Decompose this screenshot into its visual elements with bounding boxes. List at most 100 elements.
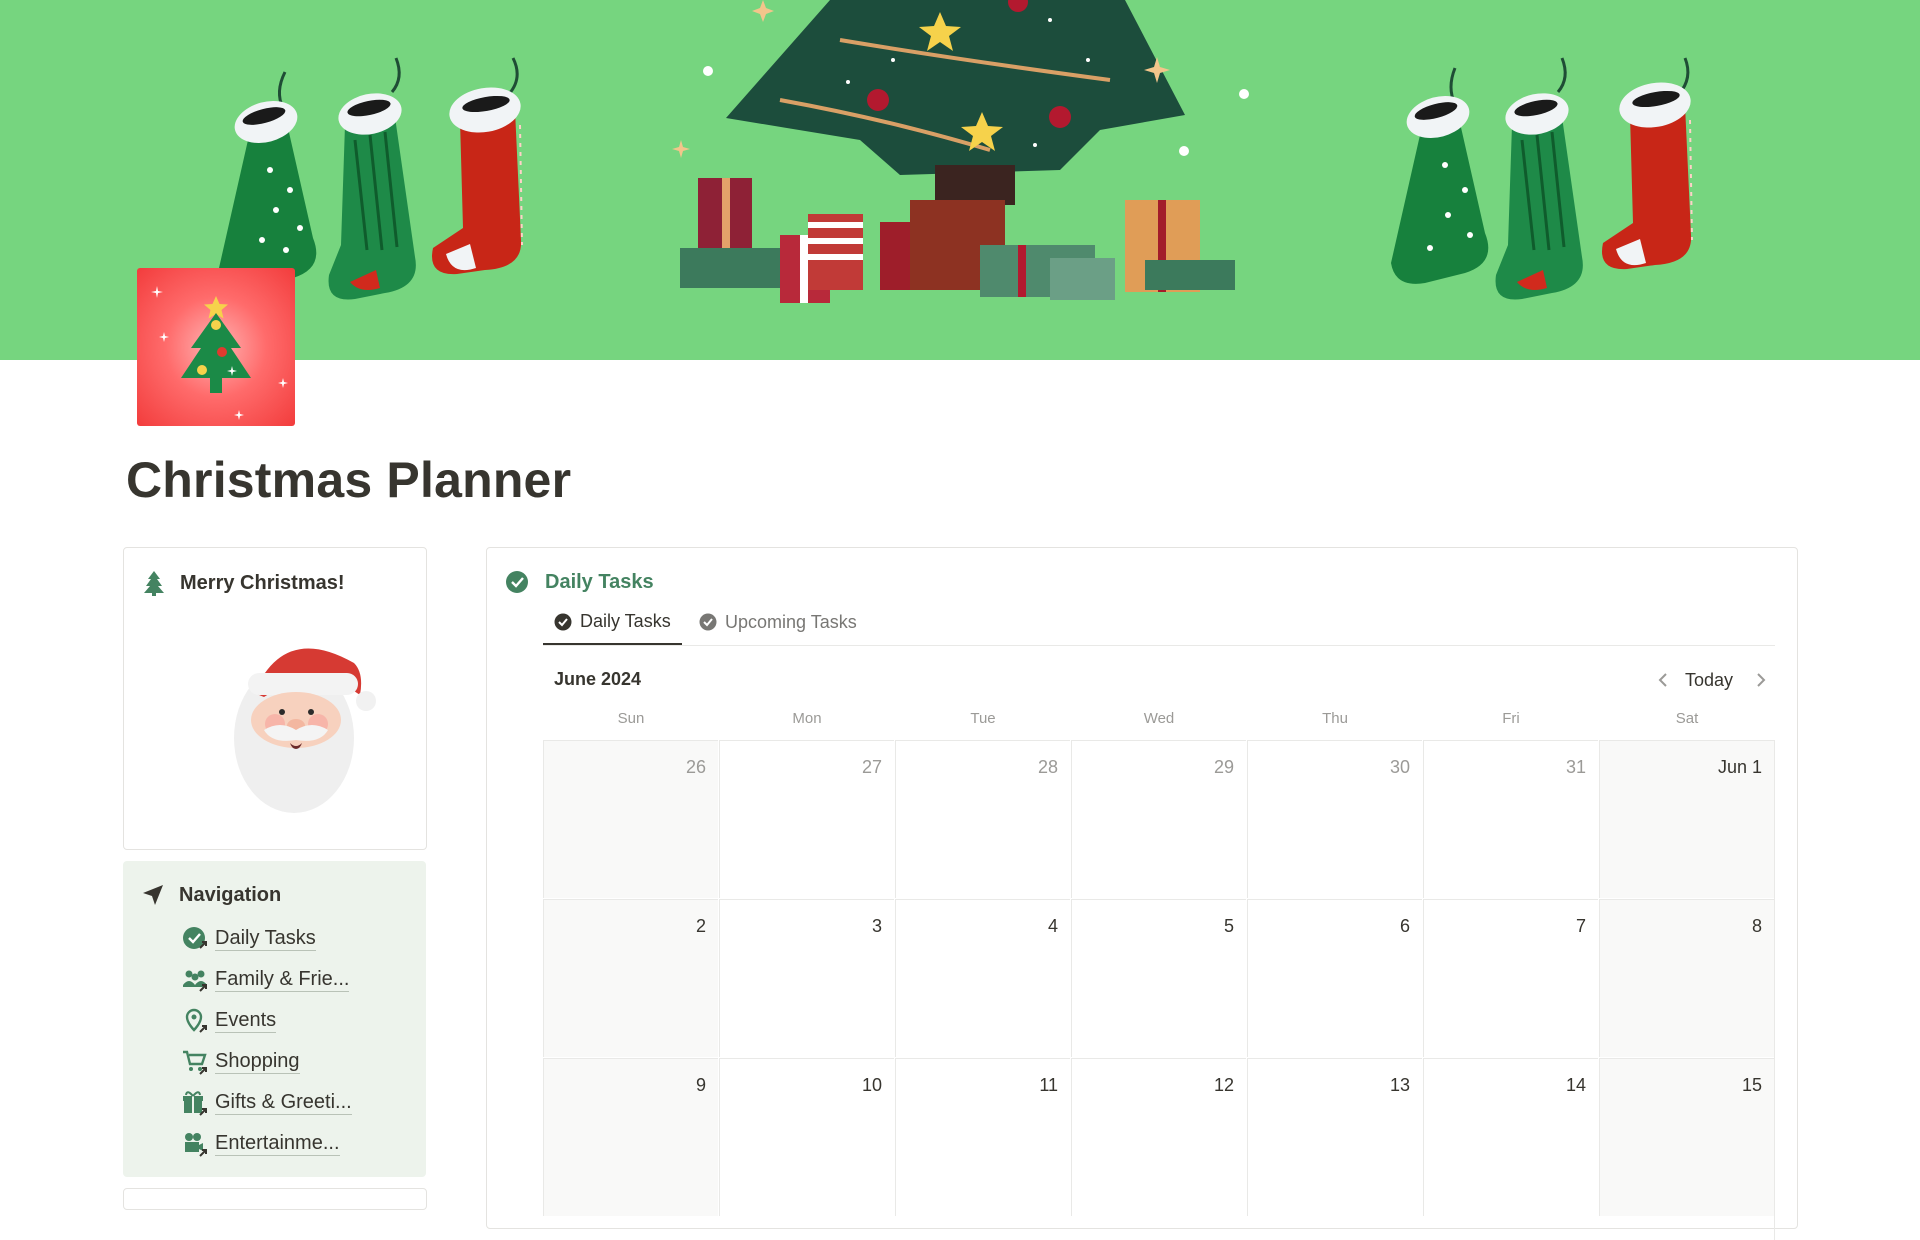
nav-item-label: Family & Frie... — [215, 968, 350, 992]
weekday-header: Sat — [1675, 710, 1699, 727]
stocking-right-1 — [1391, 67, 1489, 284]
map-pin-link-icon — [181, 1007, 209, 1035]
day-number: 11 — [1039, 1075, 1058, 1095]
nav-item-events[interactable]: Events — [181, 1000, 352, 1041]
stocking-left-2 — [328, 57, 416, 300]
calendar-day-cell[interactable]: 8 — [1599, 899, 1774, 1057]
weekday-header: Wed — [1143, 710, 1175, 727]
stocking-right-2 — [1495, 57, 1583, 300]
weekday-header: Fri — [1502, 710, 1520, 727]
day-number: 5 — [1223, 916, 1234, 936]
merry-christmas-title: Merry Christmas! — [180, 571, 345, 594]
calendar-day-cell[interactable]: 15 — [1599, 1058, 1774, 1216]
daily-tasks-title[interactable]: Daily Tasks — [545, 571, 654, 594]
calendar-day-cell[interactable]: 26 — [543, 740, 718, 898]
view-tabs: Daily Tasks Upcoming Tasks — [543, 600, 1775, 646]
next-month-button[interactable] — [1753, 667, 1767, 693]
check-circle-link-icon — [181, 925, 209, 953]
nav-item-label: Daily Tasks — [215, 927, 316, 951]
calendar-day-cell[interactable]: 5 — [1071, 899, 1246, 1057]
calendar-day-cell[interactable]: 29 — [1071, 740, 1246, 898]
santa-illustration — [234, 648, 376, 813]
page-title: Christmas Planner — [126, 452, 572, 508]
day-number: 31 — [1565, 757, 1586, 777]
day-number: 3 — [871, 916, 882, 936]
weekday-header: Mon — [792, 710, 822, 727]
day-number: 9 — [695, 1075, 706, 1095]
weekday-header: Thu — [1322, 710, 1348, 727]
navigation-card: Navigation Daily Tasks Family & Frie... … — [123, 861, 426, 1177]
weekday-header: Sun — [617, 710, 645, 727]
location-arrow-icon — [143, 885, 163, 905]
next-card — [123, 1188, 427, 1210]
people-link-icon — [181, 966, 209, 994]
calendar-grid-border — [1774, 740, 1775, 1240]
day-number: 7 — [1575, 916, 1586, 936]
nav-item-family-friends[interactable]: Family & Frie... — [181, 959, 352, 1000]
check-circle-icon — [554, 613, 572, 630]
today-button[interactable]: Today — [1685, 667, 1733, 693]
day-number: 8 — [1751, 916, 1762, 936]
nav-item-label: Gifts & Greeti... — [215, 1091, 352, 1115]
calendar-day-cell[interactable]: 7 — [1423, 899, 1598, 1057]
day-number: 14 — [1565, 1075, 1586, 1095]
calendar-day-cell[interactable]: 12 — [1071, 1058, 1246, 1216]
calendar-day-cell[interactable]: 4 — [895, 899, 1070, 1057]
calendar-day-cell[interactable]: 10 — [719, 1058, 894, 1216]
tab-label: Upcoming Tasks — [725, 611, 857, 632]
stocking-left-3 — [432, 57, 523, 275]
calendar-day-cell[interactable]: 27 — [719, 740, 894, 898]
christmas-tree-icon — [151, 286, 288, 420]
nav-item-label: Shopping — [215, 1050, 300, 1074]
day-number: 4 — [1047, 916, 1058, 936]
calendar-day-cell[interactable]: Jun 1 — [1599, 740, 1774, 898]
weekday-header: Tue — [970, 710, 996, 727]
day-number: 10 — [861, 1075, 882, 1095]
calendar-day-cell[interactable]: 31 — [1423, 740, 1598, 898]
merry-christmas-card: Merry Christmas! — [123, 547, 427, 850]
cart-link-icon — [181, 1048, 209, 1076]
page-icon[interactable] — [137, 268, 295, 426]
day-number: 13 — [1389, 1075, 1410, 1095]
calendar-day-cell[interactable]: 30 — [1247, 740, 1422, 898]
calendar-day-cell[interactable]: 28 — [895, 740, 1070, 898]
day-number: 2 — [695, 916, 706, 936]
daily-tasks-card: Daily Tasks Daily Tasks Upcoming Tasks J… — [486, 547, 1798, 1240]
day-number: 15 — [1741, 1075, 1762, 1095]
nav-item-daily-tasks[interactable]: Daily Tasks — [181, 918, 352, 959]
day-number: 27 — [861, 757, 882, 777]
day-number: 30 — [1389, 757, 1410, 777]
film-camera-link-icon — [181, 1130, 209, 1158]
calendar-month-label: June 2024 — [554, 669, 642, 689]
calendar-day-cell[interactable]: 6 — [1247, 899, 1422, 1057]
day-number: 6 — [1399, 916, 1410, 936]
day-number: 28 — [1037, 757, 1058, 777]
stocking-left-1 — [219, 71, 317, 289]
check-circle-icon — [506, 571, 528, 593]
day-number: 12 — [1213, 1075, 1234, 1095]
day-number: Jun 1 — [1717, 757, 1762, 777]
calendar-day-cell[interactable]: 13 — [1247, 1058, 1422, 1216]
calendar-day-cell[interactable]: 14 — [1423, 1058, 1598, 1216]
day-number: 26 — [685, 757, 706, 777]
stocking-right-3 — [1602, 57, 1693, 270]
nav-item-label: Entertainme... — [215, 1132, 340, 1156]
christmas-tree-illustration — [726, 0, 1185, 205]
calendar-day-cell[interactable]: 9 — [543, 1058, 718, 1216]
chevron-right-icon — [1757, 673, 1766, 687]
nav-item-label: Events — [215, 1009, 277, 1033]
previous-month-button[interactable] — [1657, 667, 1671, 693]
nav-item-gifts-greetings[interactable]: Gifts & Greeti... — [181, 1082, 352, 1123]
nav-item-shopping[interactable]: Shopping — [181, 1041, 352, 1082]
navigation-title: Navigation — [179, 883, 282, 906]
day-number: 29 — [1213, 757, 1234, 777]
calendar-day-cell[interactable]: 3 — [719, 899, 894, 1057]
tab-upcoming-tasks[interactable]: Upcoming Tasks — [688, 600, 868, 644]
chevron-left-icon — [1658, 673, 1667, 687]
nav-item-entertainment[interactable]: Entertainme... — [181, 1123, 352, 1164]
calendar-day-cell[interactable]: 2 — [543, 899, 718, 1057]
calendar-day-cell[interactable]: 11 — [895, 1058, 1070, 1216]
tab-label: Daily Tasks — [580, 611, 671, 631]
christmas-tree-icon — [144, 571, 164, 596]
tab-daily-tasks[interactable]: Daily Tasks — [543, 600, 682, 645]
